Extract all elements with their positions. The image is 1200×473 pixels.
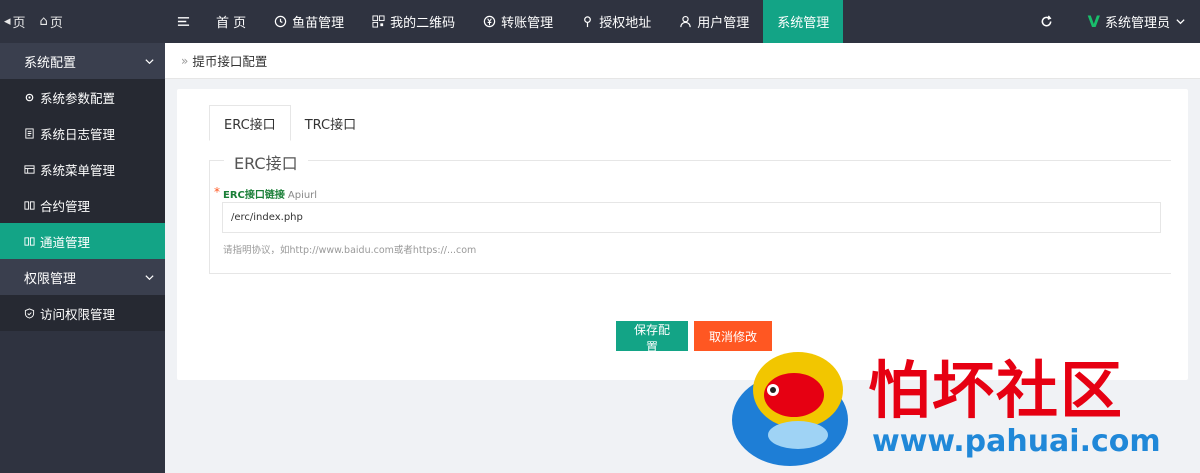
sidebar-item-channels[interactable]: 通道管理 (0, 223, 165, 259)
refresh-icon (1041, 15, 1052, 27)
field-hint: 请指明协议，如http://www.baidu.com或者https://...… (223, 245, 477, 256)
watermark-url: www.pahuai.com (872, 424, 1161, 459)
sidebar-item-access[interactable]: 访问权限管理 (0, 295, 165, 331)
top-left-links: ◂ 页 ⌂ 页 (0, 0, 165, 43)
shield-icon (24, 307, 35, 319)
home-icon: ⌂ (39, 14, 48, 29)
chevron-up-icon (145, 58, 154, 64)
back-link[interactable]: ◂ 页 (4, 12, 26, 31)
nav-fish[interactable]: 鱼苗管理 (260, 0, 358, 43)
sidebar-item-params[interactable]: 系统参数配置 (0, 79, 165, 115)
contract-icon (24, 200, 35, 210)
channel-icon (24, 236, 35, 246)
tab-erc[interactable]: ERC接口 (209, 105, 291, 141)
sidebar: 系统配置 系统参数配置 系统日志管理 系统菜单管理 合约管理 通道管理 权限管理… (0, 43, 165, 473)
home-link[interactable]: ⌂ 页 (40, 12, 63, 31)
sidebar-group-system-config[interactable]: 系统配置 (0, 43, 165, 79)
yen-icon (483, 15, 496, 28)
chevron-down-icon (1176, 19, 1185, 25)
watermark-text: 怕坏社区 (868, 354, 1125, 427)
refresh-button[interactable] (1022, 0, 1072, 43)
sidebar-item-menus[interactable]: 系统菜单管理 (0, 151, 165, 187)
breadcrumb-separator: » (181, 53, 189, 68)
user-icon (680, 15, 691, 28)
save-button[interactable]: 保存配置 (616, 321, 688, 354)
interface-tabs: ERC接口 TRC接口 (209, 105, 370, 141)
erc-url-input[interactable] (222, 202, 1161, 233)
vue-logo-icon: V (1087, 12, 1100, 31)
field-label: ERC接口链接 Apiurl (223, 190, 318, 201)
qrcode-icon (372, 15, 385, 28)
document-icon (25, 127, 34, 139)
menu-icon (177, 17, 190, 26)
nav-users[interactable]: 用户管理 (665, 0, 763, 43)
back-icon: ◂ (4, 14, 11, 29)
tab-trc[interactable]: TRC接口 (291, 105, 370, 141)
main-nav: 首 页 鱼苗管理 我的二维码 转账管理 授权地址 用户管理 系统管理 (165, 0, 844, 43)
sidebar-item-logs[interactable]: 系统日志管理 (0, 115, 165, 151)
required-mark: * (214, 185, 220, 199)
fieldset-legend: ERC接口 (224, 150, 308, 174)
erc-fieldset: ERC接口 * ERC接口链接Apiurl 请指明协议，如http://www.… (209, 150, 1171, 274)
admin-menu[interactable]: V 系统管理员 (1072, 12, 1200, 31)
menu-table-icon (24, 164, 35, 174)
location-icon (584, 16, 592, 28)
menu-toggle-button[interactable] (165, 0, 202, 43)
nav-transfer[interactable]: 转账管理 (469, 0, 567, 43)
top-navbar: ◂ 页 ⌂ 页 首 页 鱼苗管理 我的二维码 转账管理 授权地址 用户管理 系统… (0, 0, 1200, 43)
config-card: ERC接口 TRC接口 ERC接口 * ERC接口链接Apiurl 请指明协议，… (177, 89, 1188, 380)
nav-qrcode[interactable]: 我的二维码 (358, 0, 469, 43)
chevron-down-icon (145, 274, 154, 280)
fish-icon (274, 15, 287, 28)
breadcrumb: » 提币接口配置 (165, 43, 1200, 79)
nav-system[interactable]: 系统管理 (763, 0, 844, 43)
nav-home[interactable]: 首 页 (202, 0, 260, 43)
sidebar-item-contracts[interactable]: 合约管理 (0, 187, 165, 223)
gear-icon (25, 93, 34, 101)
top-right: V 系统管理员 (1022, 0, 1200, 43)
nav-auth-address[interactable]: 授权地址 (567, 0, 665, 43)
watermark-logo-icon (732, 352, 848, 466)
breadcrumb-current: 提币接口配置 (192, 54, 268, 69)
sidebar-group-permissions[interactable]: 权限管理 (0, 259, 165, 295)
